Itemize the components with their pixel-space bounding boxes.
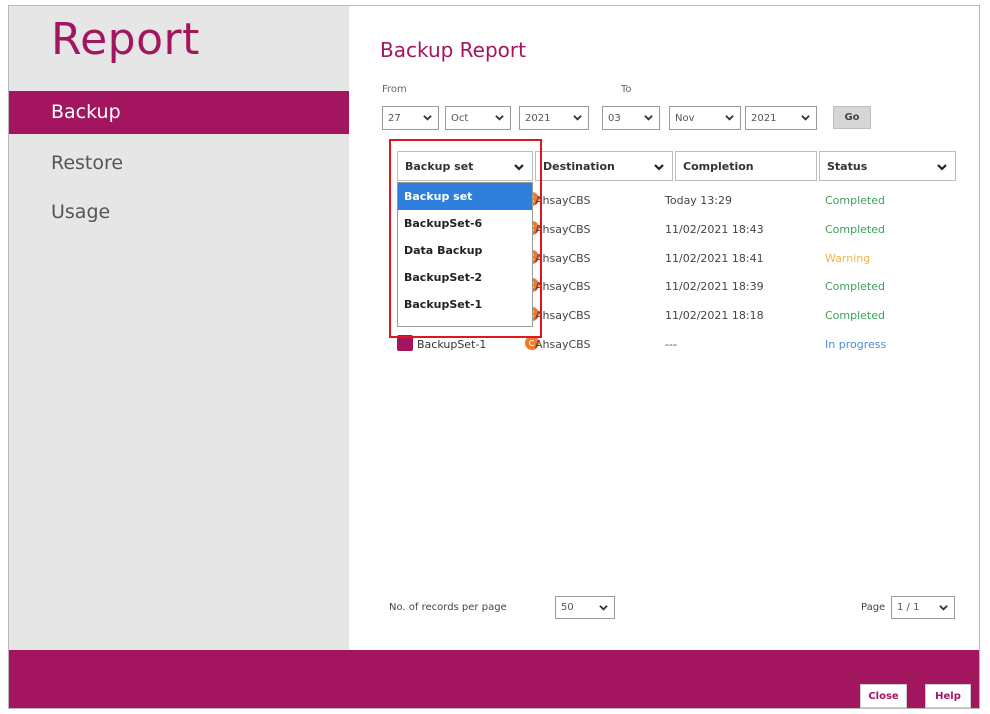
row-completion: ---	[665, 338, 677, 351]
column-header-completion[interactable]: Completion	[675, 151, 817, 181]
dropdown-option[interactable]: Data Backup	[398, 237, 532, 264]
row-destination: AhsayCBS	[535, 280, 591, 293]
sidebar-title: Report	[51, 14, 200, 65]
close-button[interactable]: Close	[860, 684, 907, 708]
records-per-page-select[interactable]: 50	[555, 596, 615, 619]
table-row[interactable]: BackupSet-1 AhsayCBS --- In progress	[393, 334, 953, 359]
column-header-backup-set[interactable]: Backup set	[397, 151, 533, 181]
row-status: Completed	[825, 309, 885, 322]
sidebar-item-usage[interactable]: Usage	[9, 192, 349, 232]
chevron-down-icon	[937, 164, 947, 171]
chevron-down-icon	[644, 115, 653, 121]
bottom-bar: Close Help	[9, 650, 979, 708]
backup-set-dropdown-list: Backup set BackupSet-6 Data Backup Backu…	[397, 182, 533, 327]
chevron-down-icon	[514, 164, 524, 171]
column-header-label: Destination	[543, 159, 615, 173]
row-status: Completed	[825, 280, 885, 293]
column-header-label: Backup set	[405, 159, 474, 173]
page-label: Page	[861, 602, 886, 613]
page-select[interactable]: 1 / 1	[891, 596, 955, 619]
row-destination: AhsayCBS	[535, 309, 591, 322]
column-header-label: Completion	[683, 159, 754, 173]
chevron-down-icon	[939, 605, 948, 611]
row-completion: 11/02/2021 18:39	[665, 280, 764, 293]
from-day-value: 27	[388, 112, 401, 124]
report-window: Report Backup Restore Usage Backup Repor…	[8, 5, 980, 709]
go-button[interactable]: Go	[833, 106, 871, 129]
column-header-status[interactable]: Status	[819, 151, 956, 181]
dropdown-option[interactable]: BackupSet-2	[398, 264, 532, 291]
from-year-select[interactable]: 2021	[519, 106, 589, 130]
chevron-down-icon	[495, 115, 504, 121]
sidebar: Report Backup Restore Usage	[9, 6, 349, 650]
row-status: Warning	[825, 252, 871, 265]
row-status: In progress	[825, 338, 887, 351]
help-button[interactable]: Help	[925, 684, 971, 708]
row-status: Completed	[825, 194, 885, 207]
dropdown-option[interactable]: Backup set	[398, 183, 532, 210]
to-month-value: Nov	[675, 112, 695, 124]
chevron-down-icon	[725, 115, 734, 121]
to-year-select[interactable]: 2021	[745, 106, 817, 130]
from-month-value: Oct	[451, 112, 469, 124]
chevron-down-icon	[801, 115, 810, 121]
sidebar-item-backup[interactable]: Backup	[9, 91, 349, 134]
from-month-select[interactable]: Oct	[445, 106, 511, 130]
to-day-select[interactable]: 03	[602, 106, 660, 130]
main-panel: Backup Report From To 27 Oct 2021 03 Nov…	[349, 6, 979, 650]
dropdown-option[interactable]: BackupSet-6	[398, 210, 532, 237]
to-label: To	[621, 84, 632, 95]
row-completion: 11/02/2021 18:43	[665, 223, 764, 236]
records-per-page-label: No. of records per page	[389, 602, 507, 613]
row-completion: 11/02/2021 18:41	[665, 252, 764, 265]
chevron-down-icon	[573, 115, 582, 121]
page-value: 1 / 1	[897, 602, 920, 613]
page-title: Backup Report	[380, 38, 526, 62]
to-month-select[interactable]: Nov	[669, 106, 741, 130]
row-destination: AhsayCBS	[535, 338, 591, 351]
row-status: Completed	[825, 223, 885, 236]
from-year-value: 2021	[525, 112, 551, 124]
from-day-select[interactable]: 27	[382, 106, 439, 130]
chevron-down-icon	[423, 115, 432, 121]
to-day-value: 03	[608, 112, 621, 124]
row-destination: AhsayCBS	[535, 194, 591, 207]
file-icon	[397, 335, 413, 351]
to-year-value: 2021	[751, 112, 777, 124]
row-destination: AhsayCBS	[535, 252, 591, 265]
sidebar-item-restore[interactable]: Restore	[9, 143, 349, 183]
row-completion: 11/02/2021 18:18	[665, 309, 764, 322]
column-header-label: Status	[827, 159, 868, 173]
row-destination: AhsayCBS	[535, 223, 591, 236]
chevron-down-icon	[654, 164, 664, 171]
row-completion: Today 13:29	[665, 194, 733, 207]
column-header-destination[interactable]: Destination	[535, 151, 673, 181]
records-per-page-value: 50	[561, 602, 574, 613]
dropdown-option[interactable]: BackupSet-1	[398, 291, 532, 318]
from-label: From	[382, 84, 407, 95]
chevron-down-icon	[599, 605, 608, 611]
row-backup-set: BackupSet-1	[417, 338, 487, 351]
